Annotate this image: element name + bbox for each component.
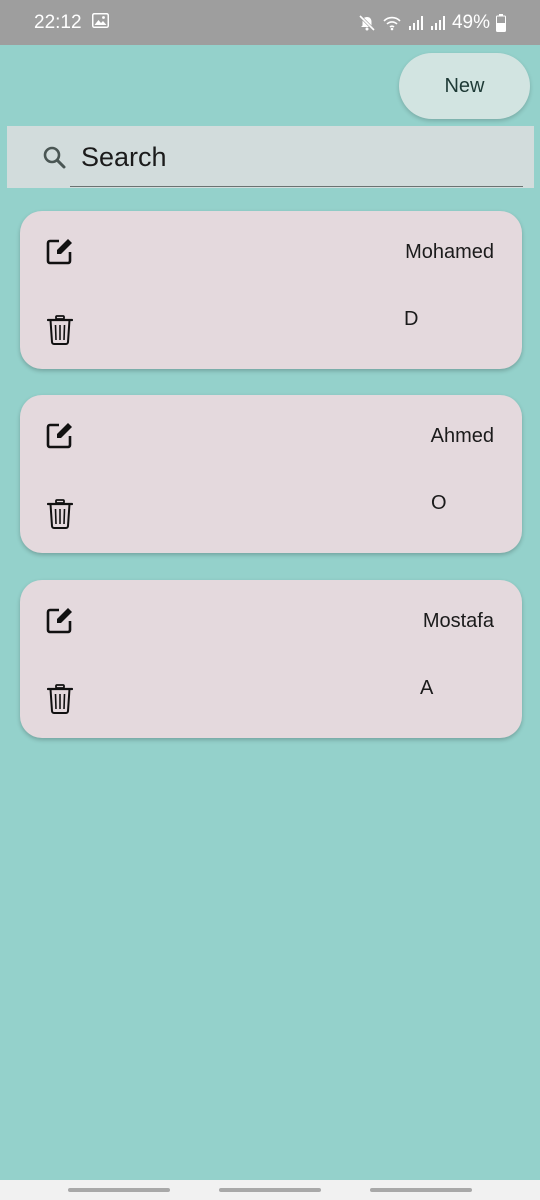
- search-icon: [41, 144, 69, 172]
- contact-name: Mostafa: [422, 610, 494, 632]
- contact-initial: A: [420, 677, 434, 699]
- status-time: 22:12: [34, 11, 82, 33]
- contact-initial: O: [431, 492, 447, 514]
- battery-icon: [496, 13, 506, 32]
- trash-icon[interactable]: [46, 315, 74, 345]
- search-bar: [7, 126, 534, 188]
- status-bar: 22:12 49%: [0, 0, 540, 45]
- battery-percentage: 49%: [451, 11, 490, 33]
- contact-initial: D: [404, 308, 419, 330]
- nav-recents-handle[interactable]: [68, 1188, 170, 1192]
- search-underline: [70, 186, 523, 187]
- contact-name: Ahmed: [430, 425, 494, 447]
- edit-icon[interactable]: [45, 420, 75, 450]
- trash-icon[interactable]: [46, 684, 74, 714]
- image-notification-icon: [91, 12, 109, 34]
- mute-icon: [358, 14, 376, 32]
- trash-icon[interactable]: [46, 499, 74, 529]
- search-input[interactable]: [81, 136, 521, 178]
- contact-card: Mostafa A: [20, 580, 522, 738]
- new-button[interactable]: New: [399, 53, 530, 119]
- navigation-bar: [0, 1180, 540, 1200]
- contact-card: Mohamed D: [20, 211, 522, 369]
- signal-icon-secondary: [430, 15, 446, 31]
- nav-back-handle[interactable]: [370, 1188, 472, 1192]
- status-right: 49%: [358, 12, 506, 34]
- signal-icon: [408, 15, 424, 31]
- status-left: 22:12: [34, 12, 109, 34]
- wifi-icon: [382, 15, 402, 31]
- edit-icon[interactable]: [45, 236, 75, 266]
- contact-card: Ahmed O: [20, 395, 522, 553]
- nav-home-handle[interactable]: [219, 1188, 321, 1192]
- contact-name: Mohamed: [405, 241, 494, 263]
- edit-icon[interactable]: [45, 605, 75, 635]
